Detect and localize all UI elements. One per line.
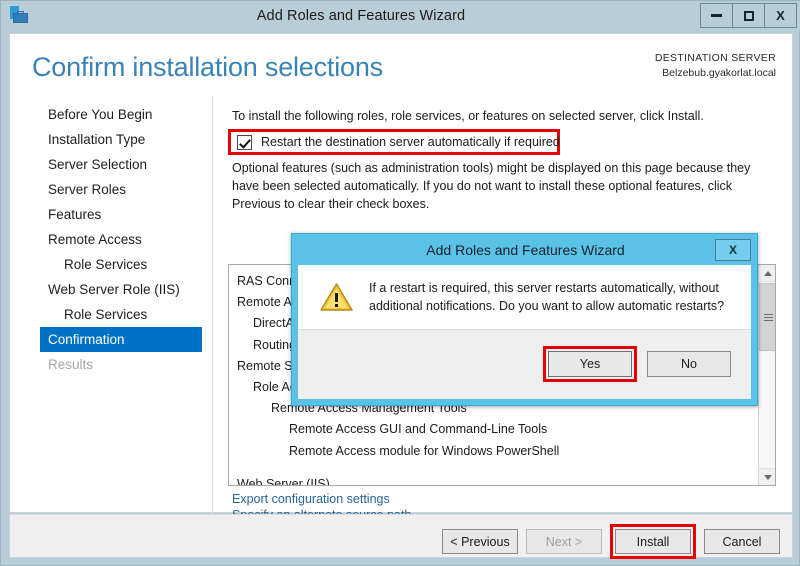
sidebar-item-web-server-role-iis[interactable]: Web Server Role (IIS) [10, 277, 212, 302]
sidebar-item-role-services[interactable]: Role Services [10, 302, 212, 327]
sidebar-item-features[interactable]: Features [10, 202, 212, 227]
sidebar-item-remote-access[interactable]: Remote Access [10, 227, 212, 252]
warning-triangle-icon [320, 282, 353, 312]
wizard-navigation-sidebar: Before You Begin Installation Type Server … [10, 96, 213, 514]
minimize-icon [711, 14, 722, 17]
dialog-buttons: Yes No [543, 346, 731, 382]
list-item: Remote Access module for Windows PowerSh… [289, 443, 560, 458]
no-button[interactable]: No [647, 351, 731, 377]
page-header: Confirm installation selections DESTINAT… [10, 34, 792, 94]
list-item: Web Server (IIS) [237, 476, 330, 486]
dialog-body: If a restart is required, this server re… [298, 265, 751, 329]
yes-button-highlight: Yes [543, 346, 637, 382]
restart-checkbox[interactable] [237, 134, 252, 150]
sidebar-item-installation-type[interactable]: Installation Type [10, 127, 212, 152]
dialog-close-button[interactable]: X [715, 238, 751, 261]
restart-confirmation-dialog: Add Roles and Features Wizard X If a res… [291, 233, 758, 406]
close-button[interactable]: X [764, 3, 797, 28]
sidebar-item-server-roles[interactable]: Server Roles [10, 177, 212, 202]
dialog-footer: Yes No [298, 329, 751, 399]
dialog-title: Add Roles and Features Wizard [426, 241, 625, 258]
window-controls: X [700, 3, 797, 28]
destination-server-block: DESTINATION SERVER Belzebub.gyakorlat.lo… [655, 51, 776, 81]
previous-button[interactable]: < Previous [442, 529, 518, 554]
maximize-icon [743, 10, 754, 21]
chevron-down-icon [763, 474, 772, 480]
list-item: Remote Access GUI and Command-Line Tools [289, 422, 548, 437]
yes-button[interactable]: Yes [548, 351, 632, 377]
sidebar-item-confirmation[interactable]: Confirmation [40, 327, 202, 352]
minimize-button[interactable] [700, 3, 733, 28]
scroll-up-button[interactable] [759, 265, 775, 282]
footer-buttons: < Previous Next > Install Cancel [442, 524, 780, 559]
destination-server-name: Belzebub.gyakorlat.local [662, 67, 776, 80]
scroll-down-button[interactable] [759, 468, 775, 485]
sidebar-item-role-services[interactable]: Role Services [10, 252, 212, 277]
sidebar-item-results: Results [48, 357, 94, 372]
sidebar-item-before-you-begin[interactable]: Before You Begin [10, 102, 212, 127]
window-title-bar[interactable]: Add Roles and Features Wizard X [1, 1, 800, 31]
add-roles-wizard-window: Add Roles and Features Wizard X Confirm … [0, 0, 800, 566]
dialog-title-bar[interactable]: Add Roles and Features Wizard X [292, 234, 757, 265]
chevron-up-icon [763, 270, 772, 276]
restart-checkbox-row[interactable]: Restart the destination server automatic… [228, 129, 560, 155]
optional-features-text: Optional features (such as administratio… [232, 161, 751, 211]
maximize-button[interactable] [732, 3, 765, 28]
window-title: Add Roles and Features Wizard [256, 8, 466, 24]
listbox-scrollbar[interactable] [758, 265, 775, 485]
export-configuration-link[interactable]: Export configuration settings [232, 492, 390, 506]
install-button[interactable]: Install [615, 529, 691, 554]
dialog-message: If a restart is required, this server re… [369, 280, 725, 313]
wizard-footer-bar: < Previous Next > Install Cancel [9, 514, 793, 559]
cancel-button[interactable]: Cancel [704, 529, 780, 554]
destination-server-label: DESTINATION SERVER [654, 52, 776, 64]
scrollbar-thumb[interactable] [759, 283, 775, 351]
server-manager-icon [9, 5, 31, 27]
grip-icon [764, 314, 773, 321]
sidebar-item-server-selection[interactable]: Server Selection [10, 152, 212, 177]
next-button: Next > [526, 529, 602, 554]
restart-checkbox-label: Restart the destination server automatic… [261, 135, 560, 149]
intro-text: To install the following roles, role ser… [232, 109, 704, 123]
page-title: Confirm installation selections [32, 52, 383, 82]
install-button-highlight: Install [610, 524, 696, 559]
